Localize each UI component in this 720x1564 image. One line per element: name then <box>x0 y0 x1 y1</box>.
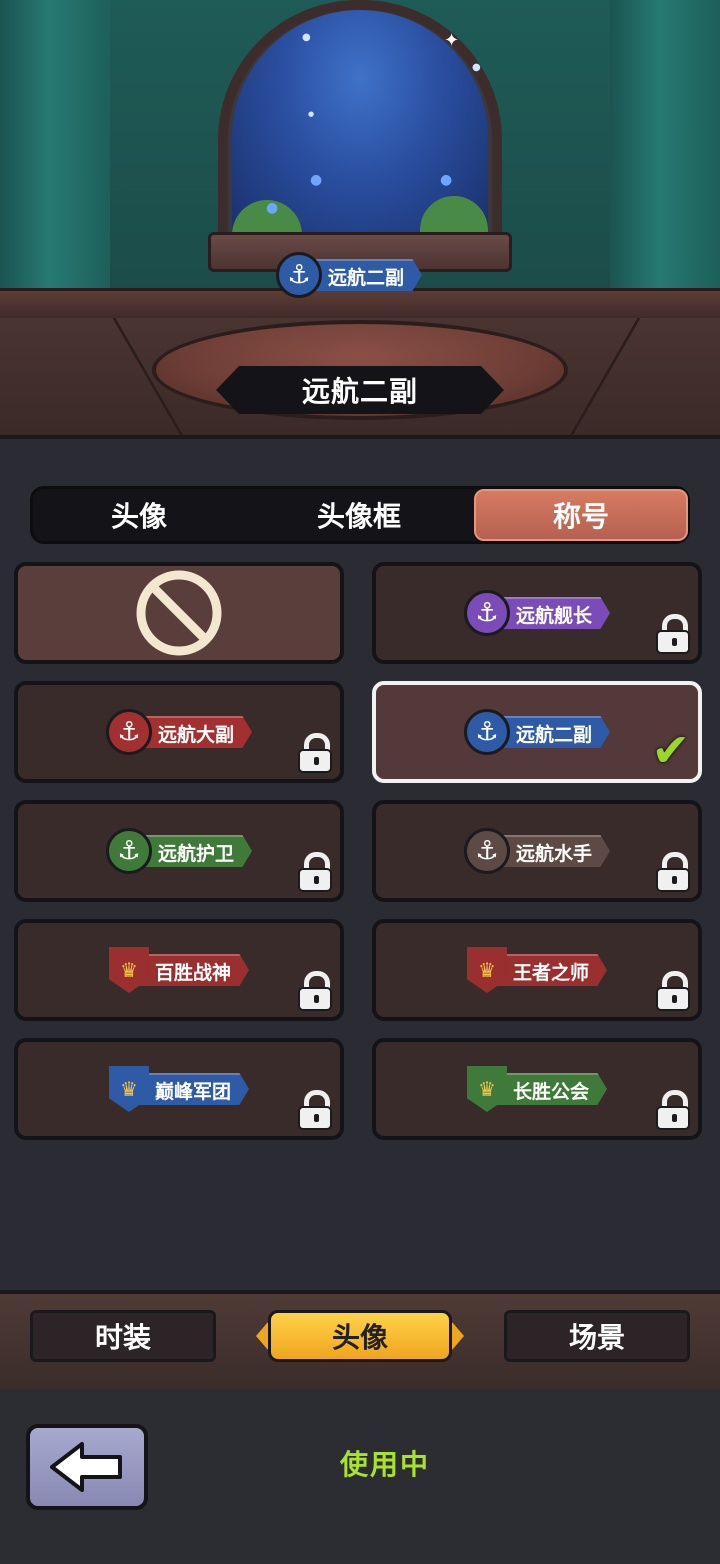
title-badge: ♛ 百胜战神 <box>108 947 249 993</box>
in-use-status: 使用中 <box>339 1448 430 1481</box>
lock-icon <box>298 733 332 773</box>
nav-scene[interactable]: 场景 <box>504 1310 690 1362</box>
anchor-icon: ⚓ <box>463 590 510 636</box>
lock-icon <box>656 614 690 654</box>
title-badge: ⚓ 远航护卫 <box>105 828 252 874</box>
title-card[interactable]: ♛ 巅峰军团 <box>14 1038 344 1140</box>
preview-stage: ● ✦ ● ● ● ● ● ⚓ 远航二副 远航二副 <box>0 0 720 435</box>
title-card[interactable]: ⚓ 远航护卫 <box>14 800 344 902</box>
sparkle: ● <box>266 200 279 216</box>
lock-icon <box>298 971 332 1011</box>
lock-icon <box>656 1090 690 1130</box>
lock-icon <box>656 971 690 1011</box>
sparkle: ● <box>308 110 315 118</box>
nav-right-arrow-icon <box>452 1322 464 1350</box>
anchor-icon: ⚓ <box>105 828 152 874</box>
arrow-left-icon <box>50 1442 122 1492</box>
back-button[interactable] <box>26 1424 148 1510</box>
equipped-title-name: 远航二副 <box>301 375 418 408</box>
preview-title-badge: ⚓ 远航二副 <box>276 252 423 298</box>
title-badge: ⚓ 远航舰长 <box>463 590 610 636</box>
title-badge: ♛ 巅峰军团 <box>108 1066 249 1112</box>
sparkle: ● <box>472 62 481 73</box>
title-card[interactable]: ♛ 长胜公会 <box>372 1038 702 1140</box>
curtain-right <box>610 0 720 300</box>
anchor-icon: ⚓ <box>276 252 322 298</box>
tab-avatar-frame[interactable]: 头像框 <box>254 489 464 541</box>
title-card[interactable]: ♛ 百胜战神 <box>14 919 344 1021</box>
tab-avatar[interactable]: 头像 <box>34 489 244 541</box>
title-badge: ⚓ 远航二副 <box>463 709 610 755</box>
title-card-none[interactable] <box>14 562 344 664</box>
nav-avatar[interactable]: 头像 <box>268 1310 452 1362</box>
title-card[interactable]: ⚓ 远航大副 <box>14 681 344 783</box>
nav-outfit[interactable]: 时装 <box>30 1310 216 1362</box>
anchor-icon: ⚓ <box>463 709 510 755</box>
crown-shield-icon: ♛ <box>108 1066 149 1112</box>
lock-icon <box>656 852 690 892</box>
sparkle: ● <box>310 172 323 188</box>
checkmark-icon: ✔ <box>651 723 690 777</box>
prohibited-icon <box>136 570 222 656</box>
sparkle: ● <box>440 172 453 188</box>
tab-title[interactable]: 称号 <box>474 489 688 541</box>
sparkle: ● <box>302 32 311 43</box>
title-badge: ♛ 长胜公会 <box>466 1066 607 1112</box>
lock-icon <box>298 852 332 892</box>
title-card[interactable]: ♛ 王者之师 <box>372 919 702 1021</box>
curtain-left <box>0 0 110 300</box>
anchor-icon: ⚓ <box>463 828 510 874</box>
title-card[interactable]: ⚓ 远航二副 ✔ <box>372 681 702 783</box>
title-card[interactable]: ⚓ 远航水手 <box>372 800 702 902</box>
title-card[interactable]: ⚓ 远航舰长 <box>372 562 702 664</box>
lock-icon <box>298 1090 332 1130</box>
sparkle: ✦ <box>444 30 460 51</box>
title-badge: ⚓ 远航水手 <box>463 828 610 874</box>
title-badge: ♛ 王者之师 <box>466 947 607 993</box>
crown-shield-icon: ♛ <box>466 1066 507 1112</box>
anchor-icon: ⚓ <box>105 709 152 755</box>
crown-shield-icon: ♛ <box>108 947 149 993</box>
title-badge: ⚓ 远航大副 <box>105 709 252 755</box>
equipped-title-plate: 远航二副 <box>216 366 504 414</box>
crown-shield-icon: ♛ <box>466 947 507 993</box>
nav-left-arrow-icon <box>256 1322 268 1350</box>
